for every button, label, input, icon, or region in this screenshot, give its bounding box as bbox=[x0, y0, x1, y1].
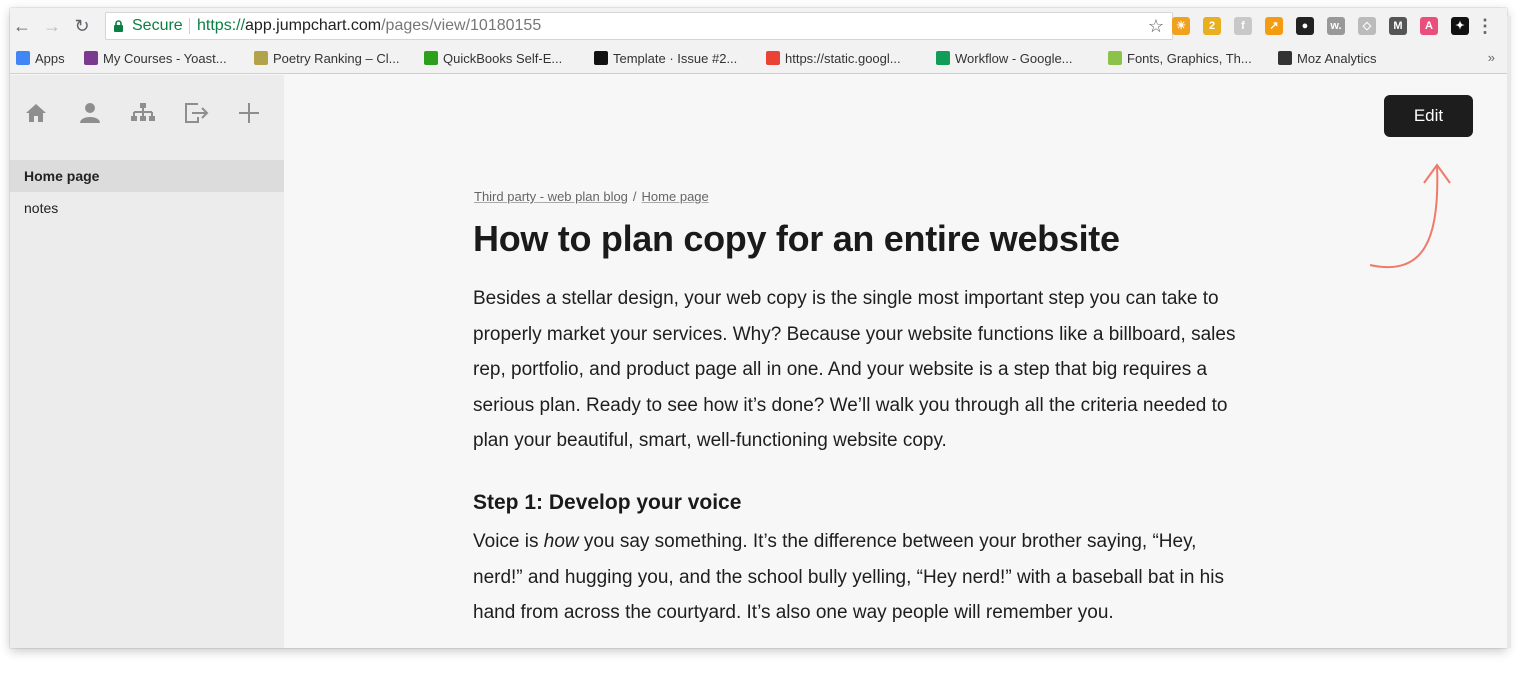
step-1-paragraph: Voice is how you say something. It’s the… bbox=[473, 524, 1323, 631]
edit-button[interactable]: Edit bbox=[1384, 95, 1473, 137]
grey-extension-icon[interactable]: f bbox=[1234, 17, 1252, 35]
breadcrumb: Third party - web plan blog / Home page bbox=[474, 189, 709, 204]
url-path: /pages/view/10180155 bbox=[381, 17, 542, 34]
step-1-heading: Step 1: Develop your voice bbox=[473, 491, 742, 514]
reload-icon[interactable]: ↻ bbox=[72, 16, 92, 36]
bookmark-favicon-icon bbox=[16, 51, 30, 65]
intro-line: properly market your services. Why? Beca… bbox=[473, 323, 1236, 345]
step-1-text: Voice is bbox=[473, 531, 544, 552]
url-text: https://app.jumpchart.com/pages/view/101… bbox=[197, 13, 541, 39]
page-title: How to plan copy for an entire website bbox=[473, 218, 1120, 259]
sidebar: Home page notes bbox=[10, 75, 284, 648]
sidebar-toolbar bbox=[10, 99, 284, 127]
back-icon[interactable]: ← bbox=[12, 16, 32, 36]
bookmark-favicon-icon bbox=[424, 51, 438, 65]
sidebar-item-home-page[interactable]: Home page bbox=[10, 160, 284, 192]
intro-line: serious plan. Ready to see how it’s done… bbox=[473, 394, 1228, 416]
bookmark-item[interactable]: QuickBooks Self-E... bbox=[424, 50, 562, 68]
bookmark-item[interactable]: Moz Analytics bbox=[1278, 50, 1376, 68]
intro-line: rep, portfolio, and product page all in … bbox=[473, 359, 1208, 381]
bookmarks-bar: Apps My Courses - Yoast... Poetry Ranking … bbox=[10, 48, 1507, 70]
bookmark-item[interactable]: Fonts, Graphics, Th... bbox=[1108, 50, 1252, 68]
bookmark-label: QuickBooks Self-E... bbox=[443, 51, 563, 66]
bookmark-item[interactable]: Poetry Ranking – Cl... bbox=[254, 50, 399, 68]
browser-toolbar: ← → ↻ Secure https://app.jumpchart.com/p… bbox=[10, 8, 1507, 46]
bookmark-label: Workflow - Google... bbox=[955, 51, 1073, 66]
bookmark-label: Moz Analytics bbox=[1297, 51, 1377, 66]
breadcrumb-current-link[interactable]: Home page bbox=[642, 189, 709, 204]
bookmarks-more-icon[interactable]: » bbox=[1488, 50, 1495, 65]
sitemap-icon[interactable] bbox=[129, 99, 157, 127]
add-icon[interactable] bbox=[235, 99, 263, 127]
browser-window: ← → ↻ Secure https://app.jumpchart.com/p… bbox=[10, 8, 1507, 648]
secure-label: Secure bbox=[132, 17, 183, 34]
breadcrumb-parent-link[interactable]: Third party - web plan blog bbox=[474, 189, 628, 204]
lightbulb-extension-icon[interactable]: 2 bbox=[1203, 17, 1221, 35]
bookmark-star-icon[interactable]: ☆ bbox=[1148, 13, 1164, 39]
step-1-emphasis: how bbox=[543, 531, 579, 552]
sidebar-item-notes[interactable]: notes bbox=[10, 192, 284, 224]
bookmark-favicon-icon bbox=[594, 51, 608, 65]
home-icon[interactable] bbox=[22, 99, 50, 127]
shield-extension-icon[interactable]: ◇ bbox=[1358, 17, 1376, 35]
bookmark-item[interactable]: Apps bbox=[16, 50, 65, 68]
m-extension-icon[interactable]: M bbox=[1389, 17, 1407, 35]
user-icon[interactable] bbox=[76, 99, 104, 127]
bookmark-favicon-icon bbox=[84, 51, 98, 65]
breadcrumb-separator: / bbox=[632, 189, 637, 204]
bookmark-label: https://static.googl... bbox=[785, 51, 901, 66]
step-1-line: hand from across the courtyard. It’s als… bbox=[473, 602, 1114, 624]
bookmark-favicon-icon bbox=[766, 51, 780, 65]
bookmark-item[interactable]: My Courses - Yoast... bbox=[84, 50, 227, 68]
w-extension-icon[interactable]: w. bbox=[1327, 17, 1345, 35]
window-edge bbox=[1507, 16, 1511, 648]
intro-paragraph: Besides a stellar design, your web copy … bbox=[473, 281, 1323, 459]
annotation-arrow-icon bbox=[1369, 163, 1451, 269]
bookmark-label: My Courses - Yoast... bbox=[103, 51, 227, 66]
step-1-text: you say something. It’s the difference b… bbox=[578, 531, 1197, 552]
sun-extension-icon[interactable]: ☀ bbox=[1172, 17, 1190, 35]
step-1-line: Voice is how you say something. It’s the… bbox=[473, 524, 1323, 560]
forward-icon[interactable]: → bbox=[42, 16, 62, 36]
camera-extension-icon[interactable]: ● bbox=[1296, 17, 1314, 35]
intro-line: plan your beautiful, smart, well-functio… bbox=[473, 430, 947, 452]
bookmark-item[interactable]: https://static.googl... bbox=[766, 50, 901, 68]
bookmark-favicon-icon bbox=[936, 51, 950, 65]
browser-chrome: ← → ↻ Secure https://app.jumpchart.com/p… bbox=[10, 8, 1507, 74]
puzzle-extension-icon[interactable]: ✦ bbox=[1451, 17, 1469, 35]
intro-line: Besides a stellar design, your web copy … bbox=[473, 288, 1219, 309]
bookmark-favicon-icon bbox=[1278, 51, 1292, 65]
bookmark-favicon-icon bbox=[254, 51, 268, 65]
bookmark-label: Poetry Ranking – Cl... bbox=[273, 51, 400, 66]
bookmark-favicon-icon bbox=[1108, 51, 1122, 65]
url-host: app.jumpchart.com bbox=[245, 17, 382, 34]
omnibox-divider bbox=[189, 18, 190, 34]
url-scheme: https:// bbox=[197, 17, 246, 34]
export-icon[interactable] bbox=[182, 99, 210, 127]
chart-extension-icon[interactable]: ↗ bbox=[1265, 17, 1283, 35]
bookmark-label: Fonts, Graphics, Th... bbox=[1127, 51, 1252, 66]
bookmark-item[interactable]: Template · Issue #2... bbox=[594, 50, 737, 68]
a-extension-icon[interactable]: A bbox=[1420, 17, 1438, 35]
bookmark-label: Apps bbox=[35, 51, 65, 66]
page-content: Edit Third party - web plan blog / Home pa… bbox=[284, 75, 1507, 648]
bookmark-item[interactable]: Workflow - Google... bbox=[936, 50, 1073, 68]
menu-dots-icon[interactable]: ⋮ bbox=[1475, 16, 1495, 36]
step-1-line: nerd!” and hugging you, and the school b… bbox=[473, 566, 1224, 588]
lock-icon bbox=[114, 20, 123, 32]
bookmark-label: Template · Issue #2... bbox=[613, 51, 738, 66]
address-bar[interactable]: Secure https://app.jumpchart.com/pages/v… bbox=[105, 12, 1173, 40]
